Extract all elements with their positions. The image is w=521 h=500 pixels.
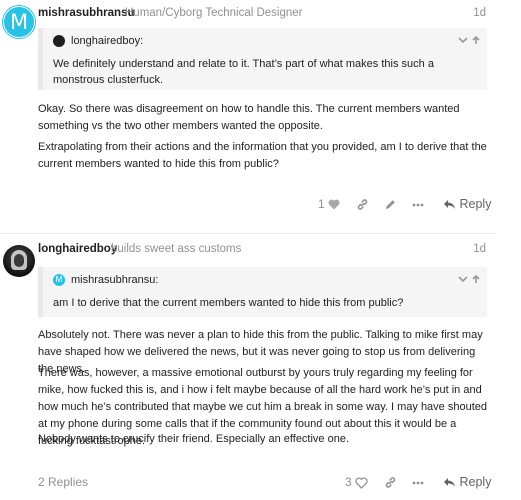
reply-button[interactable]: Reply bbox=[443, 194, 491, 214]
like-button[interactable]: 1 bbox=[318, 194, 340, 214]
like-button[interactable]: 3 bbox=[345, 472, 368, 492]
username-link[interactable]: longhairedboy bbox=[38, 243, 117, 255]
post-date[interactable]: 1d bbox=[473, 7, 486, 19]
post-longhairedboy: longhairedboy builds sweet ass customs 1… bbox=[0, 236, 521, 500]
post-separator bbox=[0, 233, 496, 234]
link-icon[interactable] bbox=[356, 194, 369, 214]
arrow-up-icon[interactable] bbox=[471, 273, 481, 285]
quote-controls bbox=[458, 34, 481, 46]
link-icon[interactable] bbox=[384, 472, 397, 492]
arrow-up-icon[interactable] bbox=[471, 34, 481, 46]
quote-author[interactable]: longhairedboy: bbox=[71, 35, 143, 47]
quote-text: am I to derive that the current members … bbox=[53, 297, 404, 309]
chevron-down-icon[interactable] bbox=[458, 34, 468, 46]
like-count: 1 bbox=[318, 197, 325, 211]
reply-label: Reply bbox=[459, 475, 492, 489]
user-title: builds sweet ass customs bbox=[111, 243, 242, 255]
chevron-down-icon[interactable] bbox=[458, 273, 468, 285]
quote-avatar bbox=[53, 35, 65, 47]
quote-avatar: M bbox=[53, 274, 65, 286]
post-date[interactable]: 1d bbox=[473, 243, 486, 255]
pencil-icon[interactable] bbox=[384, 194, 397, 214]
username-link[interactable]: mishrasubhransu bbox=[38, 7, 135, 19]
user-title: Human/Cyborg Technical Designer bbox=[125, 7, 303, 19]
heart-outline-icon bbox=[355, 475, 368, 489]
post-paragraph: Extrapolating from their actions and the… bbox=[38, 141, 487, 170]
reply-arrow-icon bbox=[443, 197, 456, 211]
post-paragraph: Okay. So there was disagreement on how t… bbox=[38, 103, 460, 132]
quote-text: We definitely understand and relate to i… bbox=[53, 58, 434, 86]
post-actions: 2 Replies 3 Reply bbox=[0, 472, 521, 492]
avatar[interactable] bbox=[3, 245, 35, 277]
reply-label: Reply bbox=[459, 197, 492, 211]
heart-icon bbox=[328, 197, 340, 211]
avatar[interactable]: M bbox=[3, 6, 35, 38]
quote-author[interactable]: mishrasubhransu: bbox=[71, 274, 158, 286]
post-mishrasubhransu: M mishrasubhransu Human/Cyborg Technical… bbox=[0, 0, 521, 232]
post-paragraph: Nobody wants to crucify their friend. Es… bbox=[38, 433, 350, 445]
replies-toggle[interactable]: 2 Replies bbox=[38, 472, 88, 492]
reply-arrow-icon bbox=[443, 475, 456, 489]
ellipsis-icon[interactable] bbox=[412, 472, 424, 492]
post-actions: 1 Reply bbox=[0, 194, 521, 214]
ellipsis-icon[interactable] bbox=[412, 194, 424, 214]
quote-controls bbox=[458, 273, 481, 285]
quote-block: longhairedboy: We definitely understand … bbox=[38, 28, 487, 90]
reply-button[interactable]: Reply bbox=[443, 472, 491, 492]
quote-block: M mishrasubhransu: am I to derive that t… bbox=[38, 267, 487, 317]
like-count: 3 bbox=[345, 475, 352, 489]
